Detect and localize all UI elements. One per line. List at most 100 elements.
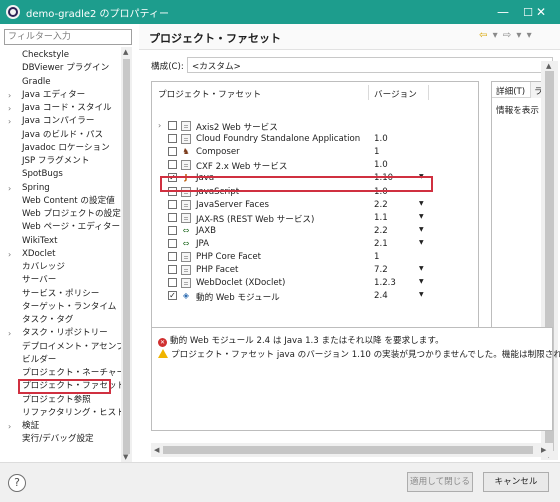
warning-message: プロジェクト・ファセット java のバージョン 1.10 の実装が見つかりませ… — [158, 348, 560, 360]
facet-checkbox[interactable] — [168, 238, 177, 248]
facet-row[interactable]: WebDoclet (XDoclet) 1.2.3 ▼ — [152, 277, 478, 290]
facet-checkbox[interactable] — [168, 160, 177, 170]
config-select[interactable]: <カスタム> — [187, 57, 553, 73]
facet-row[interactable]: PHP Core Facet 1 — [152, 251, 478, 264]
facet-name: 動的 Web モジュール — [196, 293, 280, 304]
facet-version[interactable]: 2.2 — [374, 226, 388, 236]
facet-row[interactable]: ✓ ◈ 動的 Web モジュール 2.4 ▼ — [152, 290, 478, 303]
title-bar: demo-gradle2 のプロパティー — ☐ ✕ — [0, 0, 560, 24]
facet-checkbox[interactable]: ✓ — [168, 291, 177, 301]
help-icon[interactable]: ? — [8, 474, 26, 492]
facet-version[interactable]: 1.2.3 — [374, 278, 396, 288]
facet-row[interactable]: CXF 2.x Web サービス 1.0 — [152, 159, 478, 172]
page-title: プロジェクト・ファセット — [149, 32, 281, 45]
scroll-left-icon[interactable]: ◀ — [154, 445, 159, 455]
horizontal-scroll-thumb[interactable] — [163, 446, 533, 454]
facet-row[interactable]: ⇔ JPA 2.1 ▼ — [152, 238, 478, 251]
scroll-down-icon[interactable]: ▼ — [123, 452, 128, 462]
close-button[interactable]: ✕ — [522, 0, 560, 24]
facet-version[interactable]: 2.1 — [374, 239, 388, 249]
facet-version[interactable]: 2.4 — [374, 291, 388, 301]
back-menu-icon[interactable]: ▾ — [493, 30, 499, 41]
facet-name: JPA — [196, 238, 210, 249]
nav-item-label: サーバー — [22, 275, 57, 286]
jpa-icon: ⇔ — [182, 225, 190, 235]
error-icon: ✕ — [158, 338, 167, 347]
nav-item-label: Web ページ・エディター — [22, 222, 121, 233]
facet-checkbox[interactable] — [168, 121, 177, 130]
facet-checkbox[interactable] — [168, 225, 177, 235]
facet-name: CXF 2.x Web サービス — [196, 162, 288, 173]
facet-checkbox[interactable] — [168, 134, 177, 144]
facet-row[interactable]: ⇔ JAXB 2.2 ▼ — [152, 225, 478, 238]
dropdown-arrow-icon[interactable]: ▼ — [419, 239, 424, 246]
facet-name: JAXB — [196, 225, 217, 236]
facet-row[interactable]: PHP Facet 7.2 ▼ — [152, 264, 478, 277]
facet-version[interactable]: 7.2 — [374, 265, 388, 275]
dropdown-arrow-icon[interactable]: ▼ — [419, 291, 424, 298]
chevron-right-icon[interactable]: › — [8, 327, 11, 340]
forward-arrow-icon[interactable]: ⇨ — [503, 30, 512, 41]
view-menu-icon[interactable]: ▾ — [527, 30, 533, 41]
scroll-right-icon[interactable]: ▶ — [541, 445, 546, 455]
chevron-right-icon[interactable]: › — [8, 102, 11, 115]
chevron-right-icon[interactable]: › — [8, 89, 11, 102]
facet-row[interactable]: Cloud Foundry Standalone Application 1.0 — [152, 133, 478, 146]
facet-checkbox[interactable] — [168, 199, 177, 209]
config-label: 構成(C): — [151, 62, 184, 72]
nav-scrollbar[interactable]: ▲ ▼ — [121, 47, 132, 462]
nav-item-label: Java コンパイラー — [22, 116, 95, 127]
facet-row[interactable]: JAX-RS (REST Web サービス) 1.1 ▼ — [152, 212, 478, 225]
facet-icon — [181, 121, 191, 131]
nav-item-label: サービス・ポリシー — [22, 288, 100, 299]
scroll-up-icon[interactable]: ▲ — [123, 47, 128, 57]
facet-name: PHP Facet — [196, 265, 239, 276]
facet-checkbox[interactable] — [168, 147, 177, 157]
scroll-up-icon[interactable]: ▲ — [546, 61, 551, 71]
nav-item-label: Web プロジェクトの設定 — [22, 209, 121, 219]
jpa-icon: ⇔ — [182, 238, 190, 248]
button-bar: ? 適用して閉じる キャンセル — [0, 462, 560, 502]
back-arrow-icon[interactable]: ⇦ — [479, 30, 488, 41]
facet-checkbox[interactable] — [168, 252, 177, 261]
apply-and-close-button[interactable]: 適用して閉じる — [407, 472, 473, 492]
nav-item-label: プロジェクト参照 — [22, 394, 91, 405]
facet-checkbox[interactable] — [168, 212, 177, 222]
horizontal-scrollbar[interactable]: ◀ ▶ — [151, 443, 553, 457]
page-content: プロジェクト・ファセット ⇦ ▾ ⇨ ▾ ▾ 構成(C): <カスタム> プロジ… — [139, 24, 560, 462]
column-header-facet[interactable]: プロジェクト・ファセット — [158, 88, 261, 100]
nav-item-label: 実行/デバッグ設定 — [22, 434, 94, 445]
dropdown-arrow-icon[interactable]: ▼ — [419, 265, 424, 272]
facet-icon — [181, 265, 191, 276]
dropdown-arrow-icon[interactable]: ▼ — [419, 278, 424, 285]
facet-checkbox[interactable] — [168, 265, 177, 275]
dropdown-arrow-icon[interactable]: ▼ — [419, 200, 424, 207]
warning-icon — [158, 349, 168, 358]
chevron-right-icon[interactable]: › — [8, 248, 11, 261]
facet-row[interactable]: JavaServer Faces 2.2 ▼ — [152, 199, 478, 212]
facet-version[interactable]: 2.2 — [374, 200, 388, 210]
column-header-version[interactable]: バージョン — [374, 88, 417, 100]
nav-item-label: ターゲット・ランタイム — [22, 301, 117, 312]
chevron-right-icon[interactable]: › — [158, 121, 161, 130]
chevron-right-icon[interactable]: › — [8, 420, 11, 433]
filter-input[interactable] — [4, 29, 132, 45]
nav-item-label: Spring — [22, 182, 50, 193]
facet-row[interactable]: › Axis2 Web サービス — [152, 120, 478, 133]
tab-details[interactable]: 詳細(T) — [496, 85, 525, 97]
chevron-right-icon[interactable]: › — [8, 182, 11, 195]
nav-scroll-thumb[interactable] — [123, 59, 130, 454]
dropdown-arrow-icon[interactable]: ▼ — [419, 213, 424, 220]
column-divider[interactable] — [428, 85, 429, 100]
forward-menu-icon[interactable]: ▾ — [516, 30, 522, 41]
nav-item-label: XDoclet — [22, 248, 56, 259]
chevron-right-icon[interactable]: › — [8, 115, 11, 128]
cancel-button[interactable]: キャンセル — [483, 472, 549, 492]
web-icon: ◈ — [182, 291, 190, 301]
facet-version[interactable]: 1.1 — [374, 213, 388, 223]
column-divider[interactable] — [368, 85, 369, 100]
facet-checkbox[interactable] — [168, 278, 177, 288]
nav-item-label: DBViewer プラグイン — [22, 63, 110, 74]
dropdown-arrow-icon[interactable]: ▼ — [419, 226, 424, 233]
facet-row[interactable]: ♞ Composer 1 — [152, 146, 478, 159]
